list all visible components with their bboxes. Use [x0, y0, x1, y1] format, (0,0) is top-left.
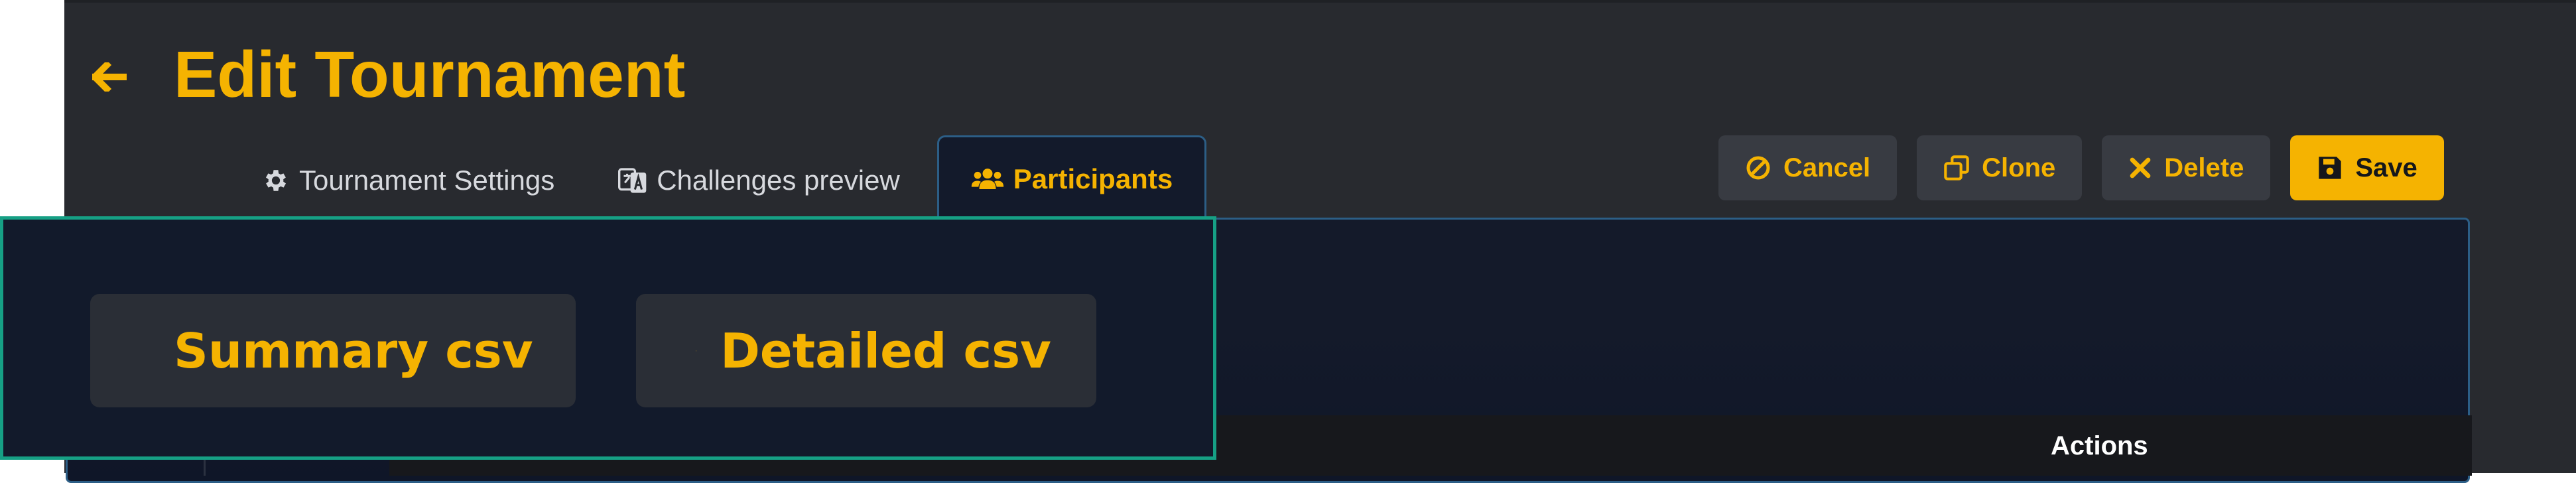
- cancel-label: Cancel: [1783, 153, 1870, 183]
- page-header: Edit Tournament: [64, 3, 2576, 135]
- save-label: Save: [2355, 153, 2417, 183]
- tab-bar: Tournament Settings Challenges preview P…: [230, 135, 1206, 220]
- tab-challenges-preview[interactable]: Challenges preview: [586, 141, 932, 220]
- tab-label: Tournament Settings: [299, 165, 554, 196]
- gear-icon: [262, 167, 290, 194]
- ban-icon: [1745, 155, 1771, 181]
- csv-export-box: Summary csv Detailed csv: [0, 216, 1216, 460]
- toolbar: Cancel Clone Delete Save: [1718, 135, 2444, 200]
- copy-icon: [1943, 155, 1970, 181]
- users-icon: [971, 165, 1004, 193]
- detailed-csv-label: Detailed csv: [720, 323, 1051, 379]
- tab-label: Challenges preview: [657, 165, 900, 196]
- page-title: Edit Tournament: [174, 34, 685, 114]
- delete-label: Delete: [2164, 153, 2244, 183]
- back-button[interactable]: [88, 56, 131, 98]
- close-icon: [2128, 156, 2152, 180]
- floppy-disk-icon: [2317, 155, 2343, 181]
- tab-label: Participants: [1013, 163, 1173, 195]
- download-detailed-csv-button[interactable]: Detailed csv: [636, 294, 1096, 407]
- summary-csv-label: Summary csv: [174, 323, 533, 379]
- tab-participants[interactable]: Participants: [937, 135, 1206, 220]
- clone-button[interactable]: Clone: [1917, 135, 2082, 200]
- cancel-button[interactable]: Cancel: [1718, 135, 1897, 200]
- column-header-actions: Actions: [2051, 431, 2148, 461]
- tab-tournament-settings[interactable]: Tournament Settings: [230, 141, 586, 220]
- clone-label: Clone: [1982, 153, 2055, 183]
- arrow-left-icon: [92, 62, 127, 92]
- delete-button[interactable]: Delete: [2102, 135, 2270, 200]
- save-button[interactable]: Save: [2290, 135, 2443, 200]
- download-summary-csv-button[interactable]: Summary csv: [90, 294, 576, 407]
- translate-icon: [618, 167, 647, 194]
